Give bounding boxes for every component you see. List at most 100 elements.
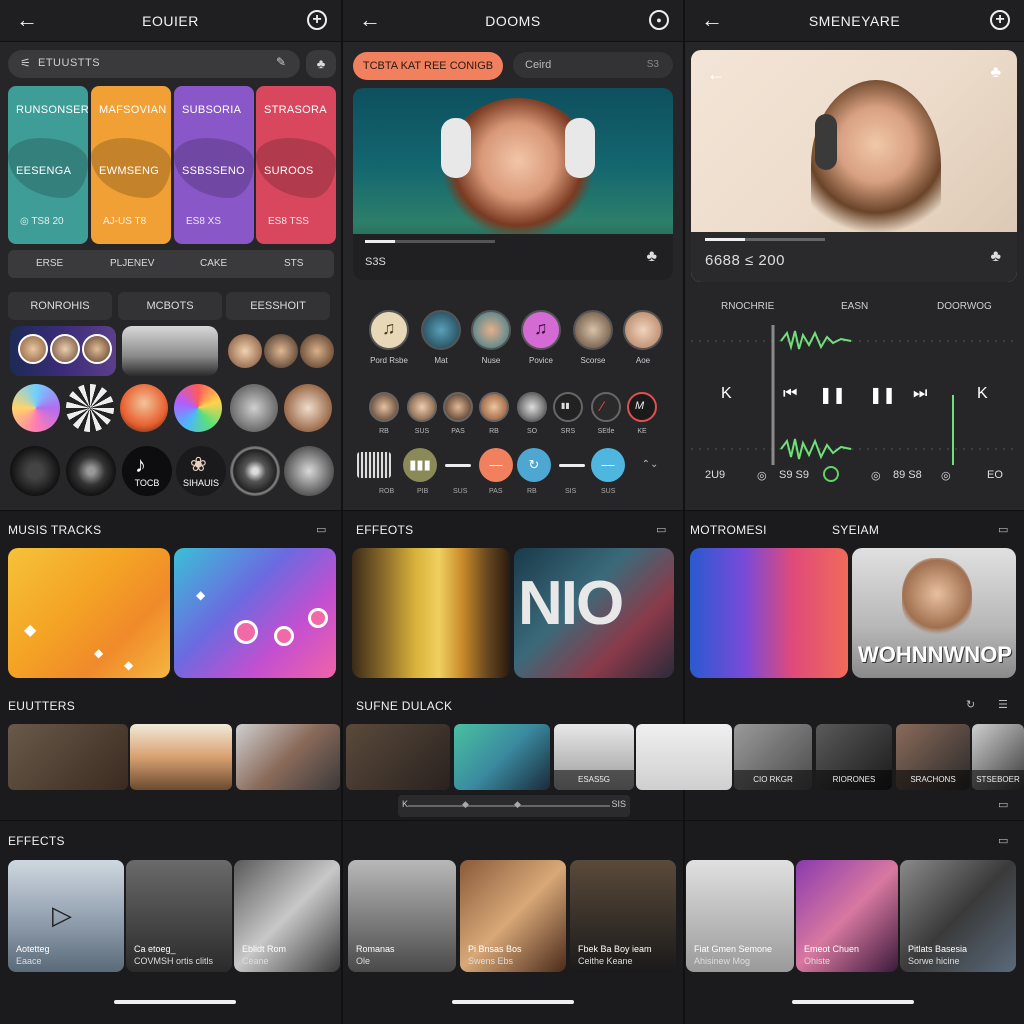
- pixel-art-gradient[interactable]: [690, 548, 848, 678]
- effect-card[interactable]: Eblidt Rom Ceane: [234, 860, 340, 972]
- effect-card[interactable]: Ca etoeg_ COVMSH ortis clitls: [126, 860, 232, 972]
- record-icon[interactable]: ●: [649, 10, 669, 30]
- photo-thumb[interactable]: RIORONES: [816, 724, 892, 790]
- glitch-art-nio[interactable]: NIO: [514, 548, 674, 678]
- clover-button[interactable]: ♣: [306, 50, 336, 78]
- effect-card[interactable]: Pitlats Basesia Sorwe hicine: [900, 860, 1016, 972]
- spiral-thumb[interactable]: [66, 384, 114, 432]
- flower-thumb[interactable]: ❀ SIHAUIS: [176, 446, 226, 496]
- home-indicator[interactable]: [792, 1000, 914, 1004]
- photo-thumb[interactable]: SRACHONS: [896, 724, 970, 790]
- comment-icon[interactable]: ▭: [998, 834, 1008, 847]
- segment-item[interactable]: RONROHIS: [8, 292, 112, 320]
- timer-icon[interactable]: ◎: [941, 469, 951, 482]
- scrub-marker-icon[interactable]: ◆: [514, 799, 521, 810]
- home-indicator[interactable]: [452, 1000, 574, 1004]
- avatar[interactable]: [517, 392, 547, 422]
- next-icon[interactable]: ⏭: [913, 385, 927, 403]
- vinyl-thumb[interactable]: [66, 446, 116, 496]
- avatar[interactable]: [421, 310, 461, 350]
- expand-button[interactable]: ⌃⌄: [633, 448, 667, 482]
- timer-icon[interactable]: ◎: [757, 469, 767, 482]
- menu-icon[interactable]: ☰: [998, 698, 1008, 711]
- avatar[interactable]: [623, 310, 663, 350]
- pause-icon[interactable]: ❚❚: [869, 385, 896, 405]
- face-thumb[interactable]: [264, 334, 298, 368]
- face-thumb[interactable]: [228, 334, 262, 368]
- active-toggle[interactable]: [823, 466, 839, 482]
- genre-card-2[interactable]: MAFSOVIAN EWMSENG AJ-US T8: [91, 86, 171, 244]
- comment-icon[interactable]: ▭: [998, 798, 1008, 811]
- segment-item[interactable]: MCBOTS: [118, 292, 222, 320]
- tab-item[interactable]: PLJENEV: [110, 258, 154, 269]
- photo-thumb[interactable]: [454, 724, 550, 790]
- segment-item[interactable]: EESSHOIT: [226, 292, 330, 320]
- search-bar[interactable]: ⚟ ETUUSTTS ✎: [8, 50, 300, 78]
- clover-icon[interactable]: ♣: [991, 248, 1002, 266]
- effect-card[interactable]: Fbek Ba Boy ieam Ceithe Keane: [570, 860, 676, 972]
- progress-bar[interactable]: [705, 238, 825, 241]
- tab-item[interactable]: EASN: [841, 301, 868, 312]
- loop-button[interactable]: ↻: [517, 448, 551, 482]
- tab-item[interactable]: RNOCHRIE: [721, 301, 774, 312]
- pen-icon[interactable]: ✎: [276, 55, 286, 69]
- minus-button[interactable]: —: [591, 448, 625, 482]
- scrub-marker-icon[interactable]: ◆: [462, 799, 469, 810]
- glitch-art-gold[interactable]: [352, 548, 510, 678]
- face-thumb[interactable]: [284, 384, 332, 432]
- avatar[interactable]: [471, 310, 511, 350]
- face-thumb[interactable]: [300, 334, 334, 368]
- speaker-thumb[interactable]: [230, 446, 280, 496]
- avatar[interactable]: ⁄: [591, 392, 621, 422]
- pixel-art-purple[interactable]: ◆: [174, 548, 336, 678]
- add-icon[interactable]: +: [990, 10, 1010, 30]
- avatar[interactable]: [369, 392, 399, 422]
- face-thumb[interactable]: [120, 384, 168, 432]
- avatar[interactable]: [407, 392, 437, 422]
- photo-thumb[interactable]: ESAS5G: [554, 724, 634, 790]
- waveform-display[interactable]: [691, 325, 1017, 475]
- tab-item[interactable]: CAKE: [200, 258, 227, 269]
- portrait-glitch[interactable]: WOHNNWNOP: [852, 548, 1016, 678]
- photo-thumb[interactable]: CIO RKGR: [734, 724, 812, 790]
- face-thumb[interactable]: [230, 384, 278, 432]
- minus-button[interactable]: —: [479, 448, 513, 482]
- photo-thumb[interactable]: [346, 724, 450, 790]
- refresh-icon[interactable]: ↻: [966, 698, 975, 711]
- avatar[interactable]: ▮▮: [553, 392, 583, 422]
- skip-forward-icon[interactable]: K: [977, 385, 988, 403]
- tab-item[interactable]: DOORWOG: [937, 301, 992, 312]
- effect-card[interactable]: Romanas Ole: [348, 860, 456, 972]
- effect-card[interactable]: Emeot Chuen Ohiste: [796, 860, 898, 972]
- timer-icon[interactable]: ◎: [871, 469, 881, 482]
- video-player[interactable]: ← ♣ 6688 ≤ 200 ♣: [691, 50, 1017, 282]
- photo-thumb[interactable]: [236, 724, 340, 790]
- genre-card-3[interactable]: SUBSORIA SSBSSENO ES8 XS: [174, 86, 254, 244]
- pixel-art-yellow[interactable]: ◆ ◆ ◆: [8, 548, 170, 678]
- music-note-thumb[interactable]: ♪ TOCB: [122, 446, 172, 496]
- skip-back-icon[interactable]: K: [721, 385, 732, 403]
- effect-card[interactable]: ▷ Aotetteg Eaace: [8, 860, 124, 972]
- artwork-landscape[interactable]: [122, 326, 218, 376]
- back-arrow-icon[interactable]: ←: [359, 9, 381, 31]
- back-arrow-icon[interactable]: ←: [707, 64, 725, 85]
- comment-icon[interactable]: ▭: [656, 523, 666, 536]
- clover-icon[interactable]: ♣: [647, 248, 658, 266]
- avatar[interactable]: [479, 392, 509, 422]
- barcode-icon[interactable]: [357, 452, 391, 478]
- genre-card-1[interactable]: RUNSONSER EESENGA ◎ TS8 20: [8, 86, 88, 244]
- tab-item[interactable]: STS: [284, 258, 303, 269]
- photo-thumb[interactable]: STSEBOER: [972, 724, 1024, 790]
- home-indicator[interactable]: [114, 1000, 236, 1004]
- back-arrow-icon[interactable]: ←: [701, 9, 723, 31]
- color-burst-thumb[interactable]: [12, 384, 60, 432]
- effect-card[interactable]: Pi Bnsas Bos Swens Ebs: [460, 860, 566, 972]
- avatar[interactable]: [573, 310, 613, 350]
- featured-pill-button[interactable]: TCBTA KAT REE CONIGB: [353, 52, 503, 80]
- avatar[interactable]: ♫: [369, 310, 409, 350]
- effect-card[interactable]: Fiat Gmen Semone Ahisinew Mog: [686, 860, 794, 972]
- artwork-faces[interactable]: [10, 326, 116, 376]
- timeline-scrubber[interactable]: K ◆ ◆ SIS: [398, 795, 630, 817]
- face-thumb[interactable]: [284, 446, 334, 496]
- previous-icon[interactable]: ⏮: [783, 385, 797, 403]
